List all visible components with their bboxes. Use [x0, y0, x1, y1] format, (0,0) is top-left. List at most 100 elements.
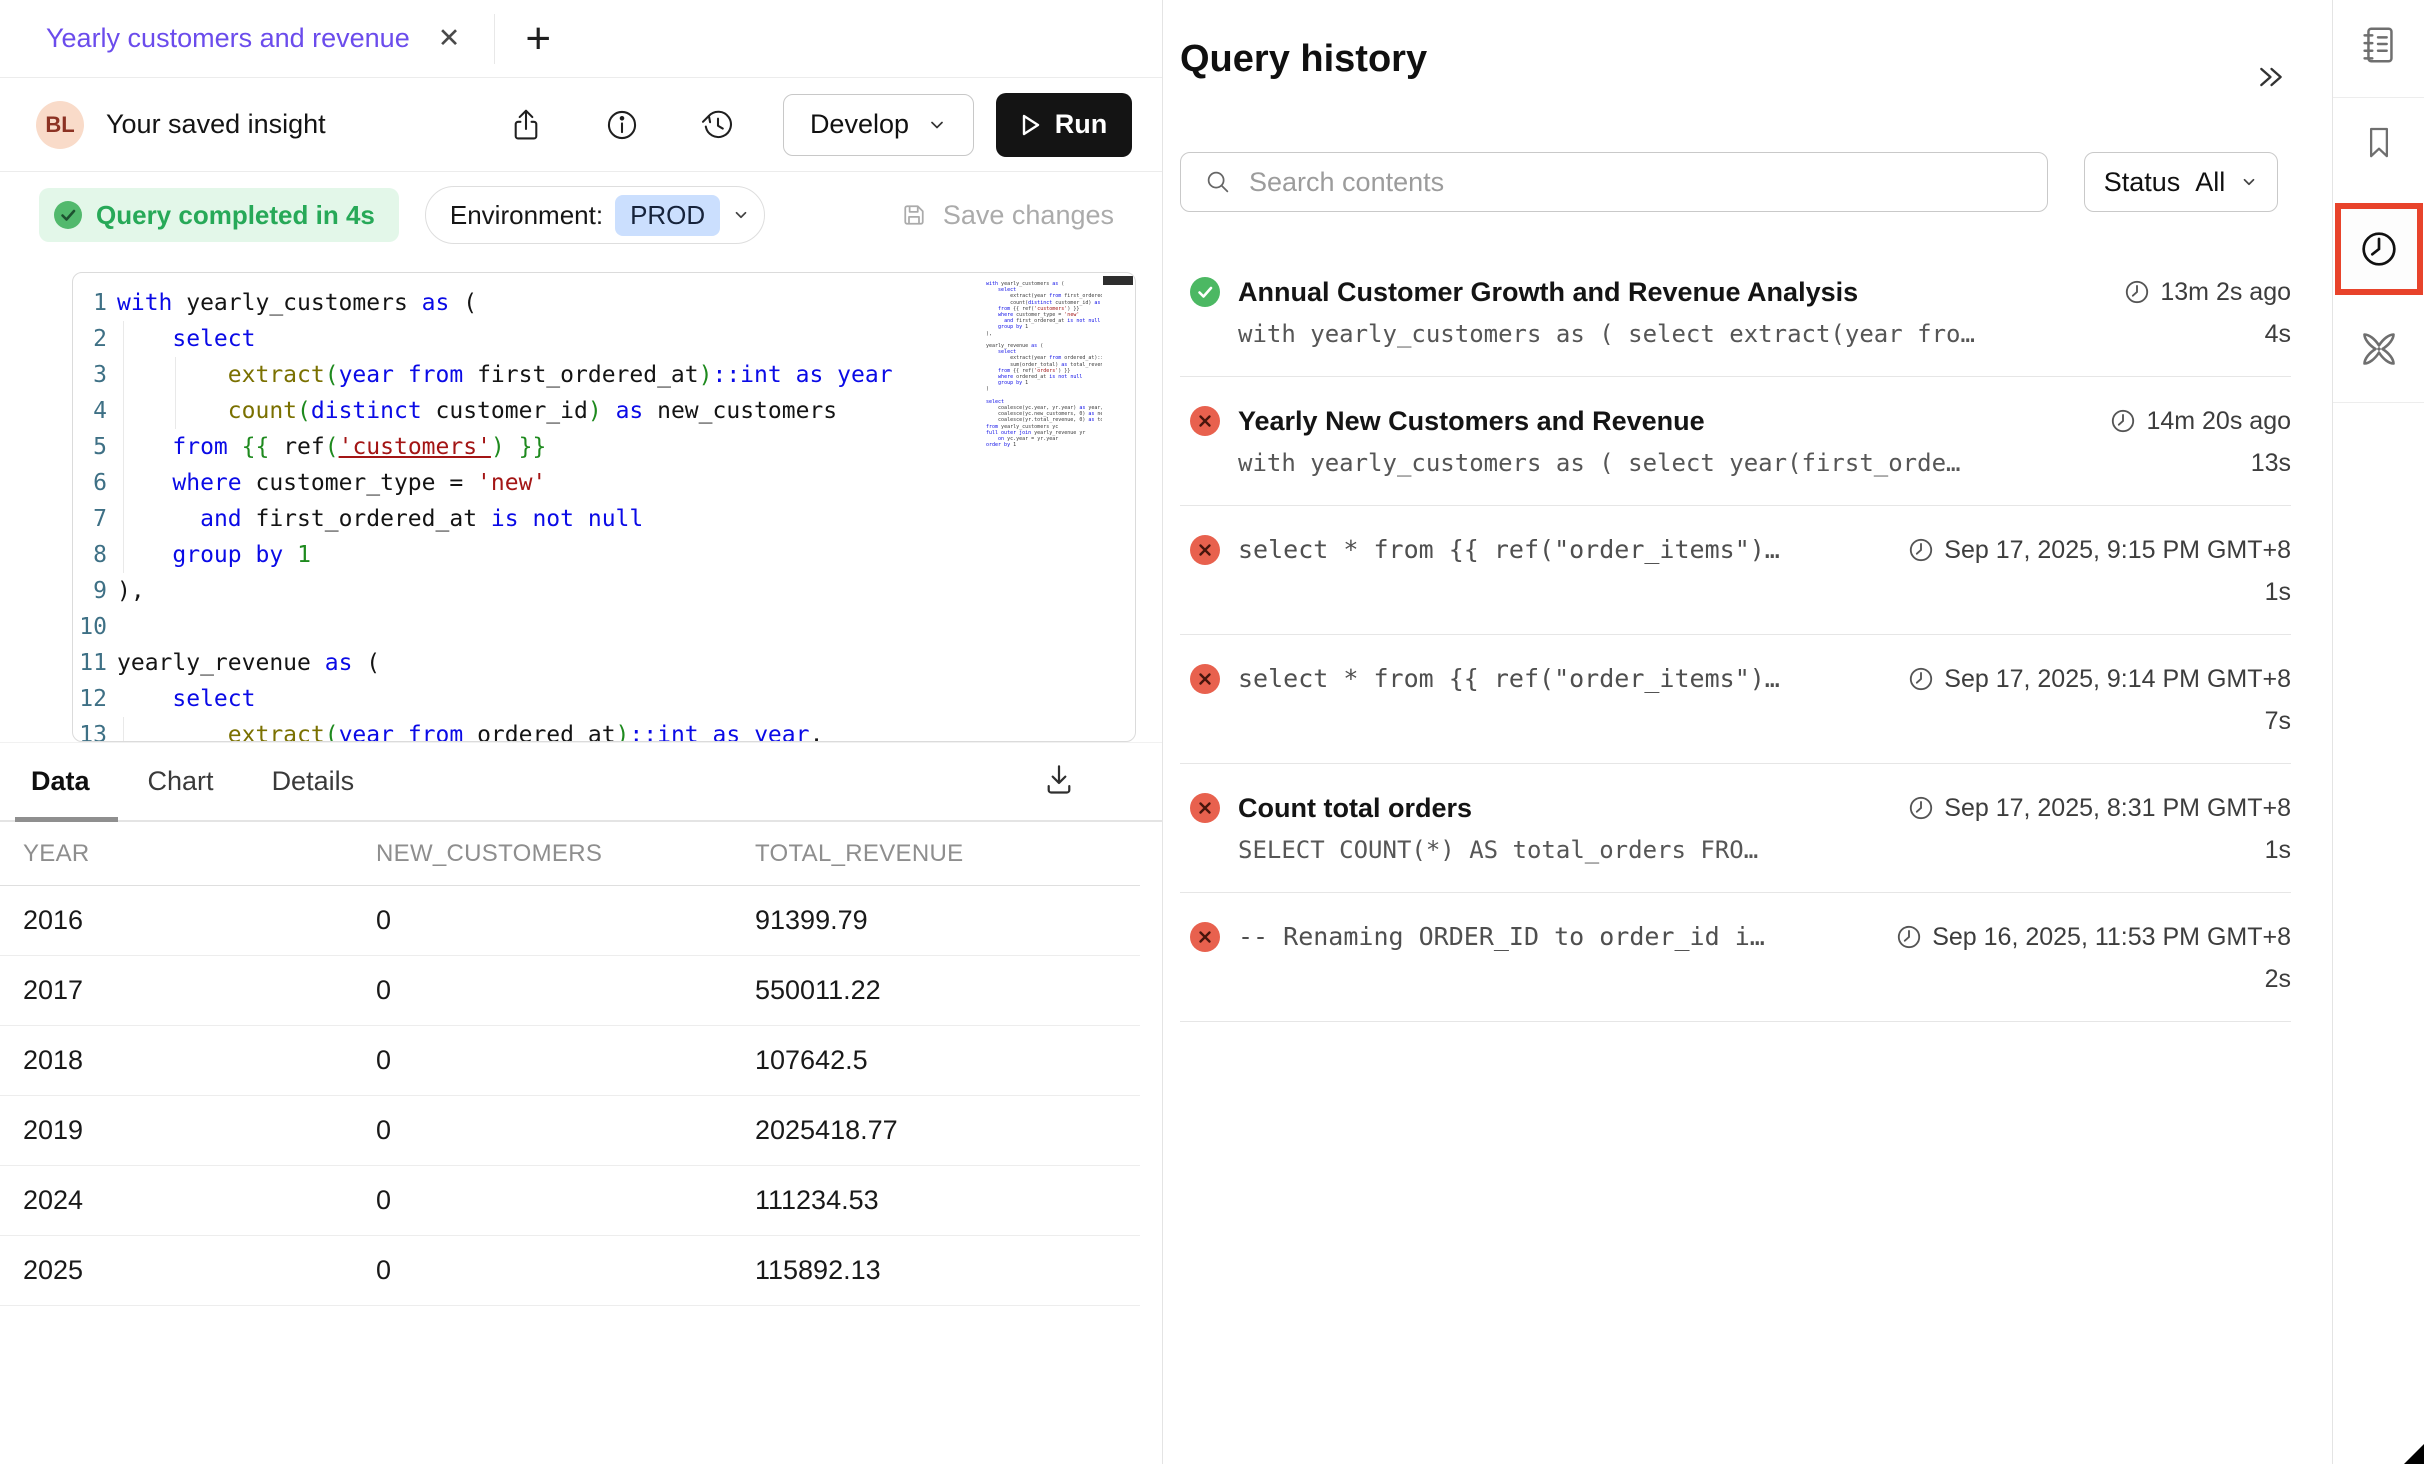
query-history-item[interactable]: Yearly New Customers and Revenuewith yea…: [1180, 377, 2291, 506]
editor-panel: Yearly customers and revenue ✕ + BL Your…: [0, 0, 1163, 1464]
collapse-panel-icon[interactable]: [2254, 62, 2288, 97]
results-table: YEAR NEW_CUSTOMERS TOTAL_REVENUE 2016091…: [0, 822, 1140, 1306]
tab-details[interactable]: Details: [272, 743, 355, 820]
search-box[interactable]: [1180, 152, 2048, 212]
error-status-icon: [1190, 535, 1220, 565]
table-row[interactable]: 20170550011.22: [0, 956, 1140, 1026]
table-row[interactable]: 20240111234.53: [0, 1166, 1140, 1236]
table-row[interactable]: 20180107642.5: [0, 1026, 1140, 1096]
tab-yearly-customers[interactable]: Yearly customers and revenue ✕: [0, 0, 494, 77]
query-history-item[interactable]: Count total ordersSELECT COUNT(*) AS tot…: [1180, 764, 2291, 893]
line-numbers: 12345678910111213: [73, 285, 107, 742]
table-row[interactable]: 2016091399.79: [0, 886, 1140, 956]
table-cell: 2024: [0, 1185, 376, 1216]
new-tab-button[interactable]: +: [525, 17, 551, 61]
toolbar-divider: [2333, 97, 2424, 98]
table-cell: 550011.22: [755, 975, 1140, 1006]
version-history-icon[interactable]: [699, 106, 737, 144]
check-circle-icon: [53, 200, 83, 230]
bookmark-icon[interactable]: [2358, 122, 2400, 169]
insight-title: Your saved insight: [106, 109, 326, 140]
query-title: Count total orders: [1238, 788, 1908, 828]
query-code-preview: select * from {{ ref("order_items")…: [1238, 659, 1908, 699]
avatar: BL: [36, 101, 84, 149]
query-timestamp: Sep 17, 2025, 8:31 PM GMT+8: [1908, 788, 2291, 828]
error-status-icon: [1190, 922, 1220, 952]
table-cell: 0: [376, 1115, 755, 1146]
query-history-item[interactable]: select * from {{ ref("order_items")…Sep …: [1180, 506, 2291, 635]
table-cell: 0: [376, 1255, 755, 1286]
query-title: Annual Customer Growth and Revenue Analy…: [1238, 272, 2124, 312]
query-timestamp: Sep 17, 2025, 9:15 PM GMT+8: [1908, 530, 2291, 570]
tab-chart[interactable]: Chart: [148, 743, 214, 820]
status-filter-dropdown[interactable]: Status All: [2084, 152, 2278, 212]
query-history-tool-active[interactable]: [2335, 203, 2423, 295]
editor-scrollbar-thumb[interactable]: [1103, 276, 1133, 285]
indent-guide: [175, 357, 176, 429]
table-cell: 115892.13: [755, 1255, 1140, 1286]
query-status-badge: Query completed in 4s: [39, 188, 399, 242]
editor-minimap[interactable]: with yearly_customers as ( select extrac…: [986, 281, 1102, 721]
save-changes-button[interactable]: Save changes: [899, 200, 1114, 231]
table-row[interactable]: 201902025418.77: [0, 1096, 1140, 1166]
table-cell: 107642.5: [755, 1045, 1140, 1076]
insight-header: BL Your saved insight: [0, 78, 1162, 172]
query-timestamp: Sep 16, 2025, 11:53 PM GMT+8: [1896, 917, 2291, 957]
sql-editor[interactable]: 12345678910111213 with yearly_customers …: [72, 272, 1136, 742]
query-code-preview: with yearly_customers as ( select year(f…: [1238, 441, 2110, 485]
develop-button[interactable]: Develop: [783, 94, 974, 156]
query-code-preview: SELECT COUNT(*) AS total_orders FRO…: [1238, 828, 1908, 872]
resize-handle[interactable]: [2404, 1444, 2424, 1464]
table-cell: 2019: [0, 1115, 376, 1146]
table-body: 2016091399.7920170550011.2220180107642.5…: [0, 886, 1140, 1306]
results-tabs: Data Chart Details: [0, 742, 1162, 822]
query-duration: 2s: [2265, 957, 2291, 1001]
tab-data[interactable]: Data: [31, 743, 90, 820]
status-bar: Query completed in 4s Environment: PROD …: [0, 172, 1162, 258]
tab-title: Yearly customers and revenue: [46, 23, 410, 54]
query-history-panel: Query history Status All Annual Customer…: [1164, 0, 2332, 1464]
environment-selector[interactable]: Environment: PROD: [425, 186, 765, 244]
notebook-icon[interactable]: [2356, 22, 2402, 73]
column-year[interactable]: YEAR: [0, 840, 376, 868]
chevron-down-icon: [732, 206, 750, 224]
run-button[interactable]: Run: [996, 93, 1132, 157]
query-timestamp: Sep 17, 2025, 9:14 PM GMT+8: [1908, 659, 2291, 699]
table-cell: 2017: [0, 975, 376, 1006]
download-results-icon[interactable]: [1040, 760, 1078, 803]
query-history-item[interactable]: -- Renaming ORDER_ID to order_id i…Sep 1…: [1180, 893, 2291, 1022]
query-status-text: Query completed in 4s: [96, 200, 375, 231]
right-icon-toolbar: [2332, 0, 2424, 1464]
table-cell: 2016: [0, 905, 376, 936]
search-input[interactable]: [1249, 167, 2027, 198]
environment-value-chip: PROD: [615, 195, 720, 236]
query-code-preview: with yearly_customers as ( select extrac…: [1238, 312, 2124, 356]
share-icon[interactable]: [507, 106, 545, 144]
query-history-item[interactable]: select * from {{ ref("order_items")…Sep …: [1180, 635, 2291, 764]
query-history-item[interactable]: Annual Customer Growth and Revenue Analy…: [1180, 248, 2291, 377]
tab-chart-label: Chart: [148, 766, 214, 797]
search-icon: [1203, 167, 1233, 197]
tab-details-label: Details: [272, 766, 355, 797]
table-cell: 2025418.77: [755, 1115, 1140, 1146]
query-duration: 4s: [2265, 312, 2291, 356]
query-duration: 1s: [2265, 828, 2291, 872]
query-code-preview: -- Renaming ORDER_ID to order_id i…: [1238, 917, 1896, 957]
run-label: Run: [1055, 109, 1107, 140]
column-total-revenue[interactable]: TOTAL_REVENUE: [755, 840, 1140, 868]
table-cell: 91399.79: [755, 905, 1140, 936]
info-icon[interactable]: [603, 106, 641, 144]
column-new-customers[interactable]: NEW_CUSTOMERS: [376, 840, 755, 868]
table-row[interactable]: 20250115892.13: [0, 1236, 1140, 1306]
toolbar-divider: [2333, 402, 2424, 403]
indent-guide: [123, 717, 124, 742]
chevron-down-icon: [927, 115, 947, 135]
dbt-logo-icon[interactable]: [2355, 325, 2403, 378]
table-cell: 0: [376, 1045, 755, 1076]
query-title: Yearly New Customers and Revenue: [1238, 401, 2110, 441]
error-status-icon: [1190, 664, 1220, 694]
close-tab-icon[interactable]: ✕: [438, 23, 461, 54]
table-cell: 2018: [0, 1045, 376, 1076]
code-lines[interactable]: with yearly_customers as ( select extrac…: [117, 285, 983, 742]
chevron-down-icon: [2240, 173, 2258, 191]
